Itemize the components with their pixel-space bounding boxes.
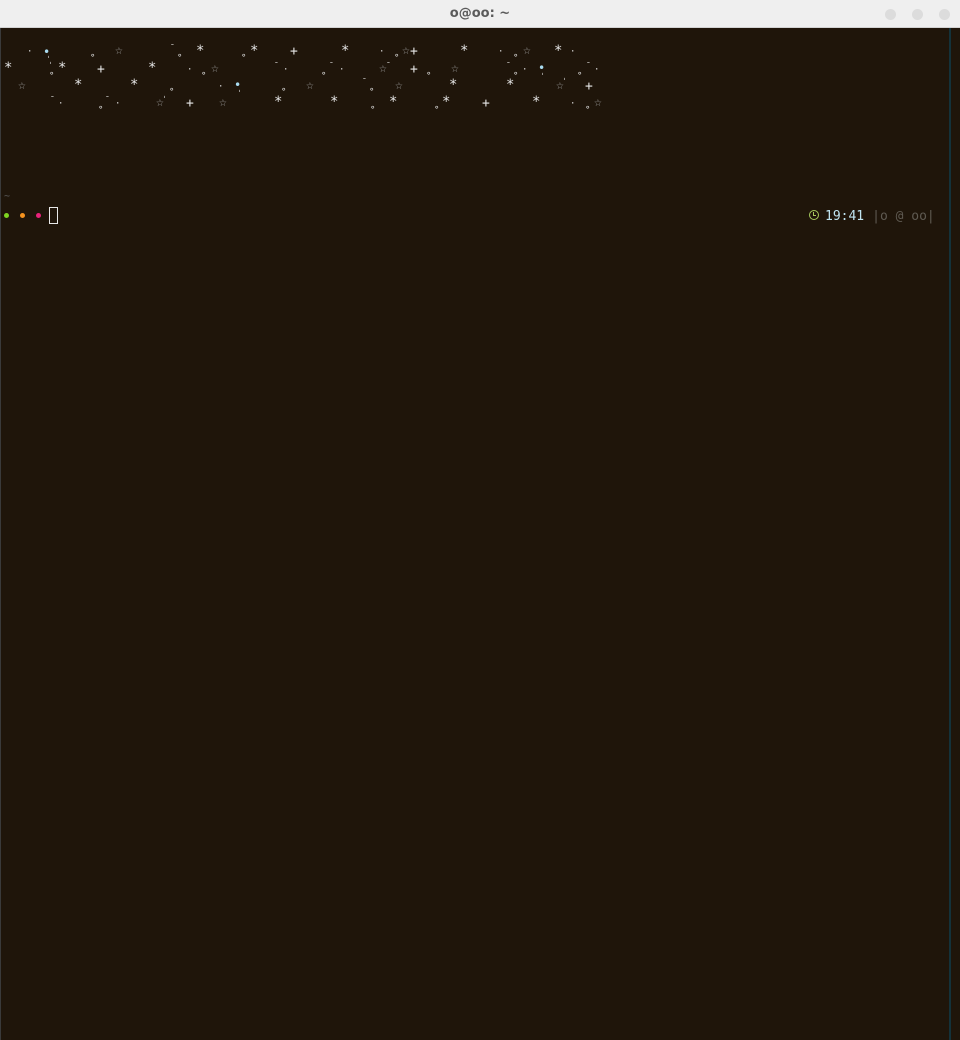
star-glyph: * (389, 94, 398, 110)
star-glyph: ∘ (394, 51, 400, 61)
star-glyph: ˈ (562, 77, 567, 86)
star-glyph: ˈ (237, 89, 242, 98)
window-title: o@oo: ~ (449, 6, 511, 21)
star-glyph: ∘ (321, 69, 327, 79)
star-glyph: ☆ (594, 95, 602, 110)
star-glyph: * (196, 43, 205, 59)
star-glyph: * (330, 94, 339, 110)
star-glyph: · (498, 47, 504, 57)
star-glyph: * (130, 77, 139, 93)
star-glyph: + (97, 62, 105, 77)
star-glyph: * (274, 94, 283, 110)
star-glyph: ˉ (506, 61, 511, 70)
star-glyph: ☆ (402, 43, 410, 58)
star-glyph: * (506, 77, 515, 93)
star-glyph: + (585, 79, 593, 94)
status-dot-green (4, 213, 9, 218)
star-glyph: + (290, 44, 298, 59)
star-glyph: ∘ (98, 103, 104, 113)
status-dot-orange (20, 213, 25, 218)
star-glyph: ☆ (306, 78, 314, 93)
star-glyph: ˉ (274, 61, 279, 70)
star-glyph: + (410, 44, 418, 59)
star-glyph: · (27, 47, 33, 57)
star-glyph: ˈ (48, 61, 53, 70)
star-glyph: * (58, 60, 67, 76)
star-glyph: · (594, 65, 600, 75)
star-glyph: * (74, 77, 83, 93)
star-glyph: ∘ (577, 69, 583, 79)
star-glyph: ˉ (586, 61, 591, 70)
star-glyph: · (115, 99, 121, 109)
star-glyph: * (554, 43, 563, 59)
star-glyph: ☆ (211, 61, 219, 76)
star-glyph: ∘ (177, 51, 183, 61)
star-glyph: ☆ (115, 43, 123, 58)
star-glyph: * (449, 77, 458, 93)
prompt-user-host: |o @ oo| (872, 209, 935, 224)
close-button[interactable] (939, 9, 950, 20)
star-glyph: · (339, 65, 345, 75)
star-glyph: ☆ (523, 43, 531, 58)
star-glyph: * (341, 43, 350, 59)
star-glyph: * (442, 94, 451, 110)
terminal-window: o@oo: ~ · • ˈ ∘ ☆ ˉ ∘ * ∘ * + * · ∘ ☆ + * · ∘ ☆ * · * ∘ ˈ * + * · ∘ ☆ ˉ… (0, 0, 960, 1040)
star-glyph: ∘ (513, 51, 519, 61)
terminal-area[interactable]: · • ˈ ∘ ☆ ˉ ∘ * ∘ * + * · ∘ ☆ + * · ∘ ☆ * · * ∘ ˈ * + * · ∘ ☆ ˉ · ∘ ˉ · ☆ ˉ + ∘… (1, 28, 948, 1040)
star-glyph: + (186, 96, 194, 111)
star-glyph: ∘ (585, 103, 591, 113)
star-glyph: ∘ (434, 103, 440, 113)
minimize-button[interactable] (885, 9, 896, 20)
star-glyph: * (4, 60, 13, 76)
star-glyph: * (148, 60, 157, 76)
star-glyph: · (218, 82, 224, 92)
star-glyph: ∘ (201, 69, 207, 79)
star-glyph: ˉ (50, 95, 55, 104)
star-glyph: ∘ (169, 85, 175, 95)
maximize-button[interactable] (912, 9, 923, 20)
star-glyph: ˉ (362, 77, 367, 86)
star-glyph: ˈ (162, 95, 167, 104)
scrollbar[interactable] (949, 28, 960, 1040)
star-glyph: ☆ (18, 78, 26, 93)
star-glyph: ∘ (241, 51, 247, 61)
title-bar[interactable]: o@oo: ~ (0, 0, 960, 28)
star-glyph: ☆ (395, 78, 403, 93)
star-glyph: + (482, 96, 490, 111)
star-glyph: ˉ (105, 95, 110, 104)
star-glyph: ☆ (219, 95, 227, 110)
star-glyph: · (570, 99, 576, 109)
star-glyph: · (187, 65, 193, 75)
star-glyph: ☆ (451, 61, 459, 76)
star-glyph: ∘ (90, 51, 96, 61)
star-glyph: * (532, 94, 541, 110)
star-glyph: ˉ (170, 43, 175, 52)
text-cursor[interactable] (49, 207, 58, 224)
status-dot-magenta (36, 213, 41, 218)
prompt-time: 19:41 (825, 209, 865, 224)
star-glyph: · (379, 47, 385, 57)
right-prompt: 19:41 |o @ oo| (809, 208, 935, 226)
star-glyph: ˈ (540, 72, 545, 81)
star-glyph: * (250, 43, 259, 59)
star-glyph: · (522, 65, 528, 75)
star-glyph: ∘ (426, 69, 432, 79)
tilde-marker: ~ (4, 191, 11, 202)
star-glyph: · (58, 99, 64, 109)
star-glyph: · (570, 47, 576, 57)
star-glyph: ˉ (386, 61, 391, 70)
star-glyph: ˉ (329, 61, 334, 70)
star-glyph: + (410, 62, 418, 77)
clock-icon (809, 210, 819, 220)
star-glyph: * (460, 43, 469, 59)
star-glyph: ∘ (369, 85, 375, 95)
star-glyph: ∘ (370, 103, 376, 113)
star-glyph: · (283, 65, 289, 75)
